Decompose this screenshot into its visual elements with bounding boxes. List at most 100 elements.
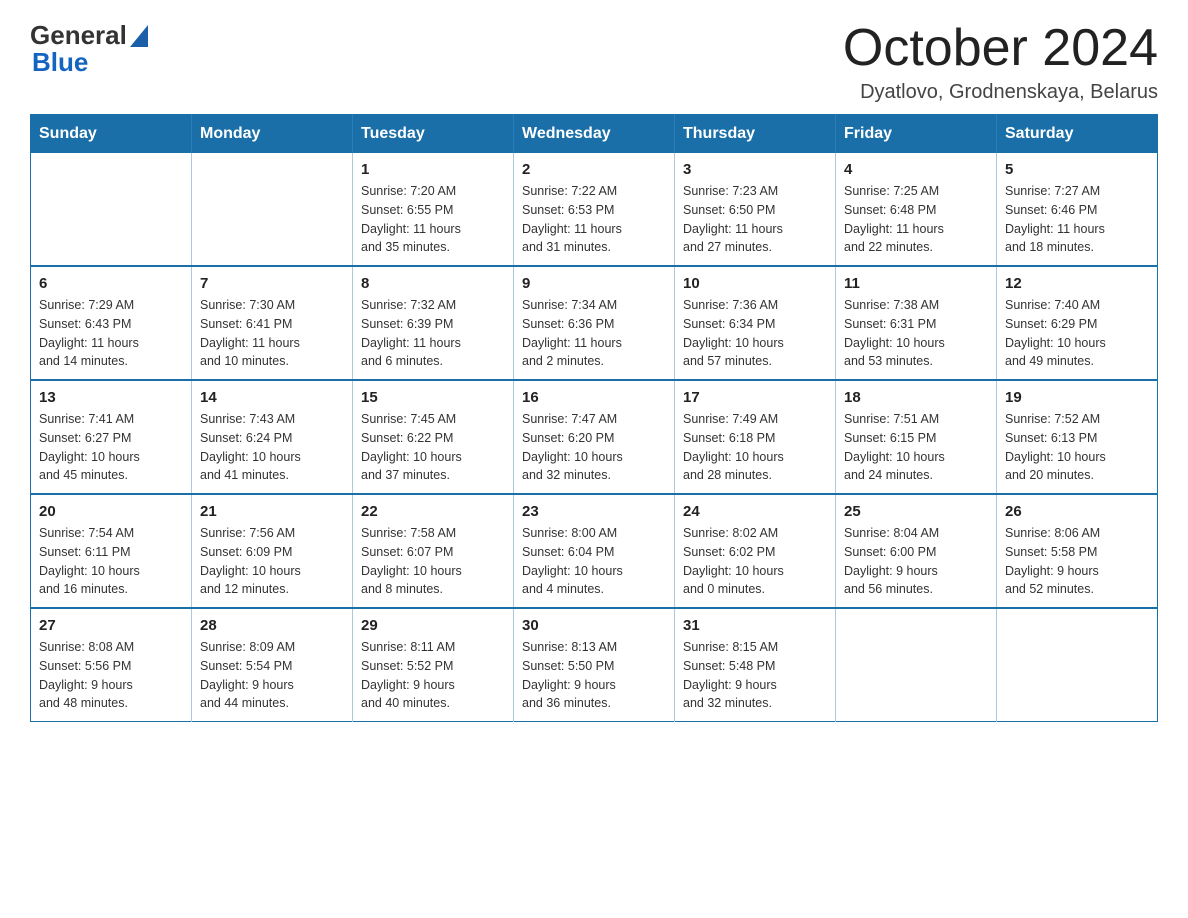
day-info: Sunrise: 7:54 AM Sunset: 6:11 PM Dayligh…: [39, 524, 183, 599]
calendar-cell: 20Sunrise: 7:54 AM Sunset: 6:11 PM Dayli…: [31, 494, 192, 608]
day-number: 11: [844, 275, 988, 292]
day-info: Sunrise: 7:23 AM Sunset: 6:50 PM Dayligh…: [683, 182, 827, 257]
calendar-cell: 5 Sunrise: 7:27 AM Sunset: 6:46 PM Daylig…: [997, 153, 1158, 266]
calendar-cell: 23Sunrise: 8:00 AM Sunset: 6:04 PM Dayli…: [514, 494, 675, 608]
day-info: Sunrise: 7:20 AM Sunset: 6:55 PM Dayligh…: [361, 182, 505, 257]
calendar-cell: 17 Sunrise: 7:49 AM Sunset: 6:18 PM Dayli…: [675, 380, 836, 494]
day-number: 28: [200, 617, 344, 634]
calendar-cell: [31, 153, 192, 266]
day-number: 17: [683, 389, 827, 406]
day-number: 25: [844, 503, 988, 520]
day-info: Sunrise: 7:25 AM Sunset: 6:48 PM Dayligh…: [844, 182, 988, 257]
calendar-cell: 14Sunrise: 7:43 AM Sunset: 6:24 PM Dayli…: [192, 380, 353, 494]
day-number: 12: [1005, 275, 1149, 292]
calendar-cell: 7 Sunrise: 7:30 AM Sunset: 6:41 PM Daylig…: [192, 266, 353, 380]
day-info: Sunrise: 7:30 AM Sunset: 6:41 PM Dayligh…: [200, 296, 344, 371]
day-number: 26: [1005, 503, 1149, 520]
weekday-tuesday: Tuesday: [353, 115, 514, 154]
calendar-cell: 16 Sunrise: 7:47 AM Sunset: 6:20 PM Dayli…: [514, 380, 675, 494]
day-info: Sunrise: 7:58 AM Sunset: 6:07 PM Dayligh…: [361, 524, 505, 599]
calendar-cell: 2Sunrise: 7:22 AM Sunset: 6:53 PM Daylig…: [514, 153, 675, 266]
weekday-wednesday: Wednesday: [514, 115, 675, 154]
day-info: Sunrise: 7:27 AM Sunset: 6:46 PM Dayligh…: [1005, 182, 1149, 257]
calendar-body: 1 Sunrise: 7:20 AM Sunset: 6:55 PM Daylig…: [31, 153, 1158, 722]
calendar-cell: 22 Sunrise: 7:58 AM Sunset: 6:07 PM Dayli…: [353, 494, 514, 608]
calendar-cell: 24Sunrise: 8:02 AM Sunset: 6:02 PM Dayli…: [675, 494, 836, 608]
day-info: Sunrise: 7:40 AM Sunset: 6:29 PM Dayligh…: [1005, 296, 1149, 371]
day-number: 7: [200, 275, 344, 292]
calendar-cell: 29Sunrise: 8:11 AM Sunset: 5:52 PM Dayli…: [353, 608, 514, 722]
calendar-cell: 25 Sunrise: 8:04 AM Sunset: 6:00 PM Dayli…: [836, 494, 997, 608]
day-info: Sunrise: 8:00 AM Sunset: 6:04 PM Dayligh…: [522, 524, 666, 599]
page-header: G eneral Blue October 2024 Dyatlovo, Gro…: [30, 20, 1158, 104]
day-info: Sunrise: 8:08 AM Sunset: 5:56 PM Dayligh…: [39, 638, 183, 713]
weekday-friday: Friday: [836, 115, 997, 154]
main-title: October 2024: [843, 20, 1158, 77]
day-number: 29: [361, 617, 505, 634]
calendar-cell: 13Sunrise: 7:41 AM Sunset: 6:27 PM Dayli…: [31, 380, 192, 494]
calendar-cell: 27 Sunrise: 8:08 AM Sunset: 5:56 PM Dayli…: [31, 608, 192, 722]
day-info: Sunrise: 7:49 AM Sunset: 6:18 PM Dayligh…: [683, 410, 827, 485]
weekday-monday: Monday: [192, 115, 353, 154]
calendar-cell: 18Sunrise: 7:51 AM Sunset: 6:15 PM Dayli…: [836, 380, 997, 494]
day-number: 15: [361, 389, 505, 406]
day-info: Sunrise: 7:43 AM Sunset: 6:24 PM Dayligh…: [200, 410, 344, 485]
day-number: 24: [683, 503, 827, 520]
day-number: 6: [39, 275, 183, 292]
day-number: 21: [200, 503, 344, 520]
day-number: 31: [683, 617, 827, 634]
day-number: 19: [1005, 389, 1149, 406]
calendar-cell: 11 Sunrise: 7:38 AM Sunset: 6:31 PM Dayli…: [836, 266, 997, 380]
day-info: Sunrise: 8:13 AM Sunset: 5:50 PM Dayligh…: [522, 638, 666, 713]
title-block: October 2024 Dyatlovo, Grodnenskaya, Bel…: [843, 20, 1158, 104]
calendar-cell: 28 Sunrise: 8:09 AM Sunset: 5:54 PM Dayli…: [192, 608, 353, 722]
day-number: 1: [361, 161, 505, 178]
weekday-thursday: Thursday: [675, 115, 836, 154]
day-info: Sunrise: 8:06 AM Sunset: 5:58 PM Dayligh…: [1005, 524, 1149, 599]
day-info: Sunrise: 7:29 AM Sunset: 6:43 PM Dayligh…: [39, 296, 183, 371]
calendar-cell: 15Sunrise: 7:45 AM Sunset: 6:22 PM Dayli…: [353, 380, 514, 494]
day-number: 4: [844, 161, 988, 178]
week-row-5: 27 Sunrise: 8:08 AM Sunset: 5:56 PM Dayli…: [31, 608, 1158, 722]
calendar-cell: 30 Sunrise: 8:13 AM Sunset: 5:50 PM Dayli…: [514, 608, 675, 722]
day-info: Sunrise: 7:56 AM Sunset: 6:09 PM Dayligh…: [200, 524, 344, 599]
day-info: Sunrise: 8:15 AM Sunset: 5:48 PM Dayligh…: [683, 638, 827, 713]
day-info: Sunrise: 8:04 AM Sunset: 6:00 PM Dayligh…: [844, 524, 988, 599]
day-number: 16: [522, 389, 666, 406]
day-number: 3: [683, 161, 827, 178]
logo: G eneral Blue: [30, 20, 148, 78]
calendar-cell: 6 Sunrise: 7:29 AM Sunset: 6:43 PM Daylig…: [31, 266, 192, 380]
day-number: 9: [522, 275, 666, 292]
day-number: 8: [361, 275, 505, 292]
week-row-1: 1 Sunrise: 7:20 AM Sunset: 6:55 PM Daylig…: [31, 153, 1158, 266]
day-number: 13: [39, 389, 183, 406]
day-number: 22: [361, 503, 505, 520]
day-info: Sunrise: 8:09 AM Sunset: 5:54 PM Dayligh…: [200, 638, 344, 713]
calendar-cell: 12 Sunrise: 7:40 AM Sunset: 6:29 PM Dayli…: [997, 266, 1158, 380]
day-info: Sunrise: 7:34 AM Sunset: 6:36 PM Dayligh…: [522, 296, 666, 371]
calendar-cell: 31 Sunrise: 8:15 AM Sunset: 5:48 PM Dayli…: [675, 608, 836, 722]
day-info: Sunrise: 7:32 AM Sunset: 6:39 PM Dayligh…: [361, 296, 505, 371]
subtitle: Dyatlovo, Grodnenskaya, Belarus: [843, 81, 1158, 104]
day-info: Sunrise: 7:36 AM Sunset: 6:34 PM Dayligh…: [683, 296, 827, 371]
day-info: Sunrise: 7:22 AM Sunset: 6:53 PM Dayligh…: [522, 182, 666, 257]
day-info: Sunrise: 7:47 AM Sunset: 6:20 PM Dayligh…: [522, 410, 666, 485]
day-info: Sunrise: 7:38 AM Sunset: 6:31 PM Dayligh…: [844, 296, 988, 371]
day-number: 30: [522, 617, 666, 634]
logo-triangle-icon: [130, 25, 148, 47]
calendar-table: SundayMondayTuesdayWednesdayThursdayFrid…: [30, 114, 1158, 722]
calendar-cell: 8 Sunrise: 7:32 AM Sunset: 6:39 PM Daylig…: [353, 266, 514, 380]
calendar-cell: 3 Sunrise: 7:23 AM Sunset: 6:50 PM Daylig…: [675, 153, 836, 266]
day-number: 5: [1005, 161, 1149, 178]
calendar-cell: [192, 153, 353, 266]
calendar-cell: 19Sunrise: 7:52 AM Sunset: 6:13 PM Dayli…: [997, 380, 1158, 494]
weekday-saturday: Saturday: [997, 115, 1158, 154]
calendar-cell: 10Sunrise: 7:36 AM Sunset: 6:34 PM Dayli…: [675, 266, 836, 380]
weekday-header-row: SundayMondayTuesdayWednesdayThursdayFrid…: [31, 115, 1158, 154]
calendar-cell: 4 Sunrise: 7:25 AM Sunset: 6:48 PM Daylig…: [836, 153, 997, 266]
calendar-header: SundayMondayTuesdayWednesdayThursdayFrid…: [31, 115, 1158, 154]
calendar-cell: [997, 608, 1158, 722]
logo-blue-text: Blue: [30, 47, 88, 78]
week-row-3: 13Sunrise: 7:41 AM Sunset: 6:27 PM Dayli…: [31, 380, 1158, 494]
day-number: 27: [39, 617, 183, 634]
